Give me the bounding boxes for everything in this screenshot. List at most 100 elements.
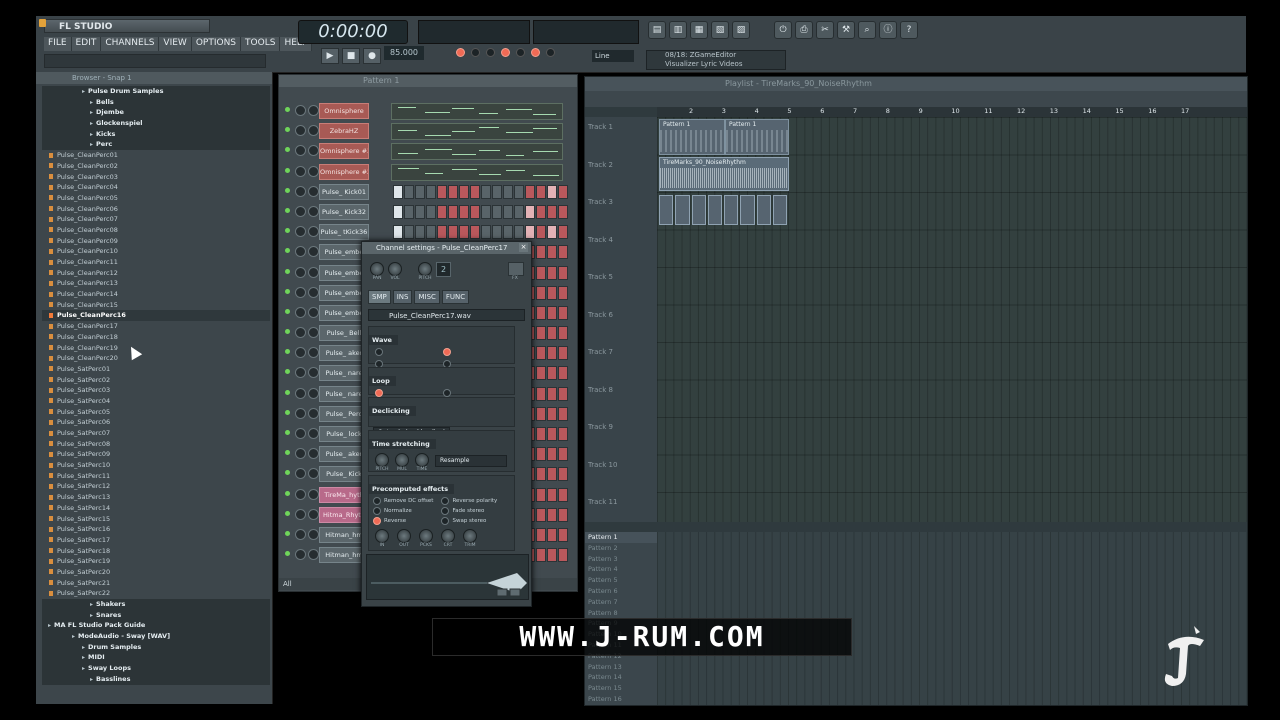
channel-enable-led[interactable]: [285, 430, 290, 435]
browser-item[interactable]: Pulse_SatPerc14: [42, 503, 270, 514]
step-button[interactable]: [547, 366, 557, 381]
menu-item-edit[interactable]: EDIT: [71, 37, 102, 51]
browser-item[interactable]: Pulse_CleanPerc12: [42, 268, 270, 279]
browser-item[interactable]: Pulse_CleanPerc17: [42, 321, 270, 332]
step-button[interactable]: [393, 184, 403, 199]
browser-item[interactable]: Pulse_SatPerc09: [42, 449, 270, 460]
browser-folder[interactable]: Sway Loops: [42, 663, 270, 674]
loop-option[interactable]: [443, 389, 451, 397]
step-button[interactable]: [547, 184, 557, 199]
step-button[interactable]: [558, 204, 568, 219]
browser-item[interactable]: Pulse_CleanPerc20: [42, 353, 270, 364]
tempo-display[interactable]: 85.000: [384, 46, 424, 60]
browser-folder[interactable]: Bells: [42, 96, 270, 108]
volume-knob[interactable]: [308, 428, 319, 439]
pattern-list-item[interactable]: Pattern 5: [585, 575, 657, 586]
step-button[interactable]: [536, 285, 546, 300]
volume-knob[interactable]: [308, 327, 319, 339]
step-button[interactable]: [404, 225, 414, 240]
volume-knob[interactable]: [308, 185, 319, 197]
channel-button[interactable]: Omnisphere #2: [319, 163, 369, 180]
volume-knob[interactable]: [308, 306, 319, 318]
step-button[interactable]: [492, 204, 502, 219]
step-button[interactable]: [558, 507, 568, 522]
step-button[interactable]: [547, 265, 557, 280]
volume-knob[interactable]: [308, 226, 319, 238]
step-button[interactable]: [547, 467, 557, 482]
menu-item-channels[interactable]: CHANNELS: [101, 37, 160, 51]
step-button[interactable]: [448, 225, 458, 240]
browser-folder[interactable]: Basslines: [42, 673, 270, 685]
pan-knob[interactable]: PAN: [370, 262, 384, 281]
volume-knob[interactable]: [308, 448, 319, 460]
step-button[interactable]: [536, 204, 546, 219]
step-button[interactable]: [536, 265, 546, 280]
step-button[interactable]: [525, 225, 535, 240]
step-button[interactable]: [481, 204, 491, 219]
step-button[interactable]: [558, 386, 568, 401]
volume-knob[interactable]: [308, 528, 319, 540]
step-button[interactable]: [459, 204, 469, 219]
normalize-option[interactable]: Normalize: [373, 506, 433, 516]
pan-knob[interactable]: [295, 428, 306, 439]
pattern-clip[interactable]: [724, 195, 739, 225]
play-button[interactable]: ▶: [321, 48, 339, 64]
step-button[interactable]: [536, 346, 546, 361]
pattern-list-item[interactable]: Pattern 13: [585, 662, 657, 673]
step-button[interactable]: [415, 204, 425, 219]
audio-clip[interactable]: TireMarks_90_NoiseRhythm: [659, 157, 789, 191]
tab-ins[interactable]: INS: [392, 290, 413, 304]
step-button[interactable]: [536, 386, 546, 401]
pattern-clip[interactable]: [772, 195, 787, 225]
step-button[interactable]: [536, 406, 546, 421]
step-button[interactable]: [536, 184, 546, 199]
volume-knob[interactable]: [308, 387, 319, 399]
cut-icon[interactable]: ✂: [816, 21, 834, 39]
fx-button[interactable]: [508, 262, 524, 276]
step-button[interactable]: [536, 548, 546, 563]
arrangement-grid[interactable]: Pattern 1 Pattern 1 TireMarks_90_NoiseRh…: [657, 117, 1247, 522]
pan-knob[interactable]: [295, 347, 306, 359]
step-button[interactable]: [547, 386, 557, 401]
pattern-list-item[interactable]: Pattern 7: [585, 597, 657, 608]
in-knob[interactable]: IN: [375, 529, 389, 548]
browser-item[interactable]: Pulse_CleanPerc11: [42, 257, 270, 268]
channel-enable-led[interactable]: [285, 450, 290, 456]
channel-button[interactable]: Pulse_ Kick32: [319, 203, 369, 220]
crt-knob[interactable]: CRT: [441, 529, 455, 548]
track-label[interactable]: Track 10: [588, 461, 617, 469]
step-button[interactable]: [558, 245, 568, 260]
browser-item[interactable]: Pulse_CleanPerc14: [42, 289, 270, 300]
pan-knob[interactable]: [295, 266, 306, 278]
remove-dc-option[interactable]: Remove DC offset: [373, 496, 433, 506]
volume-knob[interactable]: [308, 488, 319, 500]
step-button[interactable]: [547, 326, 557, 341]
step-button[interactable]: [547, 406, 557, 421]
step-button[interactable]: [536, 225, 546, 240]
channel-enable-led[interactable]: [285, 329, 290, 335]
browser-item[interactable]: Pulse_CleanPerc10: [42, 246, 270, 257]
channel-enable-led[interactable]: [285, 409, 290, 415]
pan-knob[interactable]: [295, 226, 306, 238]
track-label[interactable]: Track 8: [588, 386, 613, 394]
step-button[interactable]: [448, 204, 458, 219]
pan-knob[interactable]: [295, 448, 306, 460]
step-button[interactable]: [459, 225, 469, 240]
pattern-clip[interactable]: [756, 195, 771, 225]
tab-misc[interactable]: MISC: [414, 290, 440, 304]
playlist-title[interactable]: Playlist - TireMarks_90_NoiseRhythm: [585, 77, 1247, 91]
channel-enable-led[interactable]: [285, 308, 290, 314]
loop-option[interactable]: [375, 389, 383, 397]
browser-item[interactable]: Pulse_CleanPerc07: [42, 214, 270, 225]
pattern-list-item[interactable]: Pattern 15: [585, 683, 657, 694]
info-icon[interactable]: ⓘ: [879, 21, 897, 39]
browser-folder[interactable]: MA FL Studio Pack Guide: [42, 620, 270, 632]
channel-button[interactable]: Pulse_ tKick36: [319, 224, 369, 241]
volume-knob[interactable]: [308, 125, 319, 137]
step-button[interactable]: [558, 326, 568, 341]
step-button[interactable]: [536, 487, 546, 502]
browser-folder[interactable]: Glockenspiel: [42, 118, 270, 129]
browser-item[interactable]: Pulse_CleanPerc02: [42, 161, 270, 172]
out-knob[interactable]: OUT: [397, 529, 411, 548]
step-button[interactable]: [492, 225, 502, 240]
